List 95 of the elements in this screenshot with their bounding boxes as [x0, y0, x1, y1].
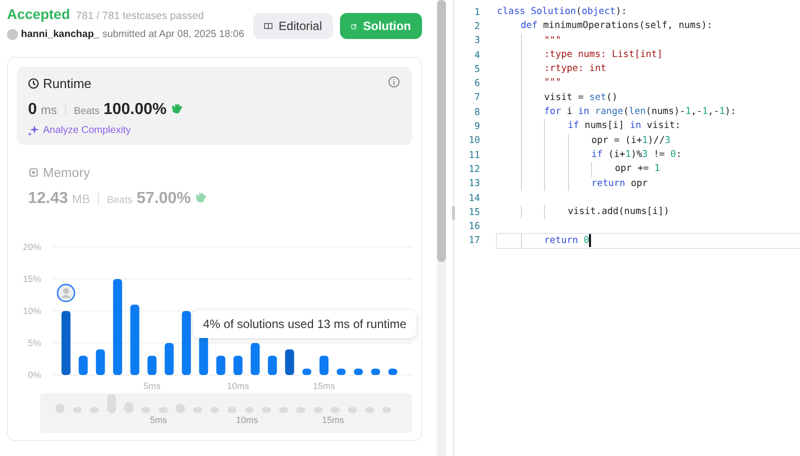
y-axis-label: 10%: [22, 306, 41, 316]
metric-unit: MB: [72, 192, 90, 206]
histogram-bar[interactable]: [199, 336, 208, 375]
histogram-bar[interactable]: [250, 343, 260, 375]
navigator-label: 5ms: [150, 415, 168, 425]
line-number: 1: [473, 6, 481, 18]
submission-time: submitted at Apr 08, 2025 18:06: [102, 29, 244, 40]
analyze-complexity-link[interactable]: Analyze Complexity: [43, 125, 131, 136]
x-axis-label: 10ms: [227, 381, 249, 389]
clapping-hands-icon: [170, 103, 183, 114]
navigator-label: 15ms: [322, 415, 344, 425]
avatar-icon: [7, 29, 18, 40]
line-number: 14: [468, 192, 481, 204]
y-axis-label: 20%: [22, 242, 41, 252]
line-number: 16: [468, 221, 481, 232]
code-line: if nums[i] in visit:: [497, 119, 800, 134]
accepted-status: Accepted: [7, 6, 70, 22]
y-axis-label: 0%: [28, 370, 41, 380]
histogram-bar[interactable]: [113, 279, 122, 375]
metric-title: Memory: [43, 165, 90, 180]
histogram-bar[interactable]: [320, 356, 328, 375]
sparkle-icon: [28, 125, 39, 136]
code-line: if (i+1)%3 != 0:: [497, 148, 800, 162]
metric-unit: ms: [40, 103, 57, 117]
code-line: :type nums: List[int]: [497, 48, 800, 62]
beats-label: Beats: [107, 195, 133, 206]
line-number: 11: [468, 150, 481, 161]
clock-icon: [28, 78, 39, 89]
code-line: return 0: [497, 234, 800, 248]
code-line: def minimumOperations(self, nums):: [520, 19, 714, 34]
line-number: 8: [473, 106, 481, 118]
code-line: visit = set(): [497, 90, 800, 106]
y-axis-label: 15%: [22, 274, 41, 284]
code-line: """: [497, 76, 800, 91]
histogram-bar[interactable]: [285, 349, 294, 375]
code-line: return opr: [497, 176, 800, 191]
chip-icon: [28, 167, 39, 178]
beats-percentage: 57.00%: [136, 190, 191, 208]
testcases-passed: 781 / 781 testcases passed: [76, 10, 204, 22]
line-number: 2: [473, 20, 481, 32]
line-number: 3: [473, 35, 481, 46]
line-number: 9: [473, 121, 481, 132]
line-number: 4: [473, 50, 481, 61]
histogram-bar[interactable]: [182, 311, 191, 375]
code-line: :rtype: int: [497, 62, 800, 76]
metric-title: Runtime: [43, 76, 92, 91]
metric-value: 12.43: [28, 190, 68, 208]
histogram-bar[interactable]: [268, 356, 277, 375]
navigator-bar: [107, 394, 116, 413]
book-icon: [264, 20, 273, 32]
clapping-hands-icon: [194, 192, 207, 203]
chart-tooltip: 4% of solutions used 13 ms of runtime: [193, 310, 416, 338]
histogram-bar[interactable]: [148, 356, 156, 375]
histogram-bar[interactable]: [216, 356, 226, 375]
histogram-bar[interactable]: [78, 356, 88, 375]
metric-value: 0: [28, 101, 37, 119]
code-line: opr += 1: [497, 162, 800, 177]
histogram-bar[interactable]: [234, 356, 242, 375]
chart-navigator[interactable]: 5ms 10ms 15ms: [40, 393, 412, 433]
line-number: 7: [473, 92, 481, 104]
beats-label: Beats: [74, 106, 100, 117]
info-icon[interactable]: [388, 76, 400, 88]
y-axis-label: 5%: [28, 338, 41, 348]
line-number: 17: [468, 235, 481, 246]
navigator-label: 10ms: [236, 415, 258, 425]
histogram-bar[interactable]: [130, 304, 140, 375]
histogram-bar[interactable]: [164, 343, 174, 375]
line-number: 13: [468, 178, 481, 190]
username[interactable]: hanni_kanchap_: [21, 29, 100, 40]
beats-percentage: 100.00%: [103, 101, 167, 119]
code-line: opr = (i+1)//3: [497, 134, 800, 148]
code-line: visit.add(nums[i]): [497, 205, 800, 220]
line-number: 12: [468, 164, 481, 175]
line-number: 6: [473, 78, 481, 90]
x-axis-label: 5ms: [144, 381, 160, 389]
solution-button[interactable]: Solution: [340, 13, 422, 39]
line-number: 10: [468, 135, 481, 146]
resize-handle[interactable]: [452, 206, 455, 220]
avatar-marker-icon: [56, 284, 76, 302]
histogram-bar[interactable]: [371, 368, 380, 375]
code-line: class Solution(object):: [497, 5, 628, 19]
histogram-bar[interactable]: [388, 368, 398, 375]
scrollbar[interactable]: [437, 0, 446, 456]
histogram-bar[interactable]: [336, 368, 346, 375]
memory-panel[interactable]: Memory 12.43 MB Beats 57.00%: [17, 145, 412, 231]
histogram-bar[interactable]: [96, 349, 105, 375]
line-number: 15: [468, 206, 481, 218]
runtime-panel[interactable]: Runtime 0 ms Beats 100.00% Analyze Complexity: [17, 67, 412, 145]
line-number: 5: [473, 64, 481, 75]
histogram-bar[interactable]: [354, 368, 363, 375]
code-line: for i in range(len(nums)-1,-1,-1):: [497, 105, 800, 120]
x-axis-label: 15ms: [313, 381, 335, 389]
code-line: """: [497, 34, 800, 48]
editorial-button[interactable]: Editorial: [253, 13, 333, 39]
histogram-bar[interactable]: [302, 368, 312, 375]
